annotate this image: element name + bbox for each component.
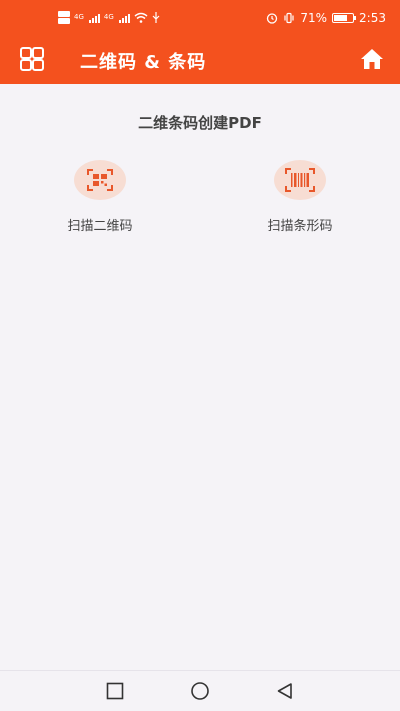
signal-icon-2 — [118, 13, 130, 23]
hd-badge-icon — [58, 11, 70, 24]
qr-icon-circle — [74, 160, 126, 200]
status-right: 71% 2:53 — [266, 11, 386, 25]
network-type-1: 4G — [74, 13, 84, 21]
scan-barcode-button[interactable]: 扫描条形码 — [240, 160, 360, 234]
status-time: 2:53 — [359, 11, 386, 25]
recents-icon[interactable] — [105, 681, 125, 701]
section-title: 二维条码创建PDF — [138, 114, 262, 132]
alarm-icon — [267, 13, 278, 24]
grid-icon[interactable] — [20, 47, 44, 71]
barcode-icon-circle — [274, 160, 326, 200]
status-left: 4G 4G — [58, 11, 160, 24]
app-bar: 二维码 & 条码 — [0, 38, 400, 84]
signal-icon-1 — [88, 13, 100, 23]
usb-icon — [152, 12, 160, 23]
barcode-scan-icon — [285, 168, 315, 192]
battery-percent: 71% — [300, 11, 328, 25]
app-title: 二维码 & 条码 — [80, 52, 207, 73]
battery-icon — [332, 13, 357, 23]
wifi-icon — [134, 12, 148, 23]
back-icon[interactable] — [275, 681, 295, 701]
qr-scan-icon — [87, 169, 113, 191]
battery-fill — [334, 15, 347, 21]
scan-qr-label: 扫描二维码 — [67, 219, 133, 234]
vibrate-icon — [284, 12, 294, 24]
scan-qr-button[interactable]: 扫描二维码 — [40, 160, 160, 234]
system-nav-bar — [0, 670, 400, 711]
status-bar: 4G 4G 71% 2:53 — [0, 0, 400, 38]
scan-barcode-label: 扫描条形码 — [267, 219, 333, 234]
network-type-2: 4G — [103, 13, 114, 21]
home-icon[interactable] — [360, 48, 384, 70]
home-circle-icon[interactable] — [190, 681, 210, 701]
